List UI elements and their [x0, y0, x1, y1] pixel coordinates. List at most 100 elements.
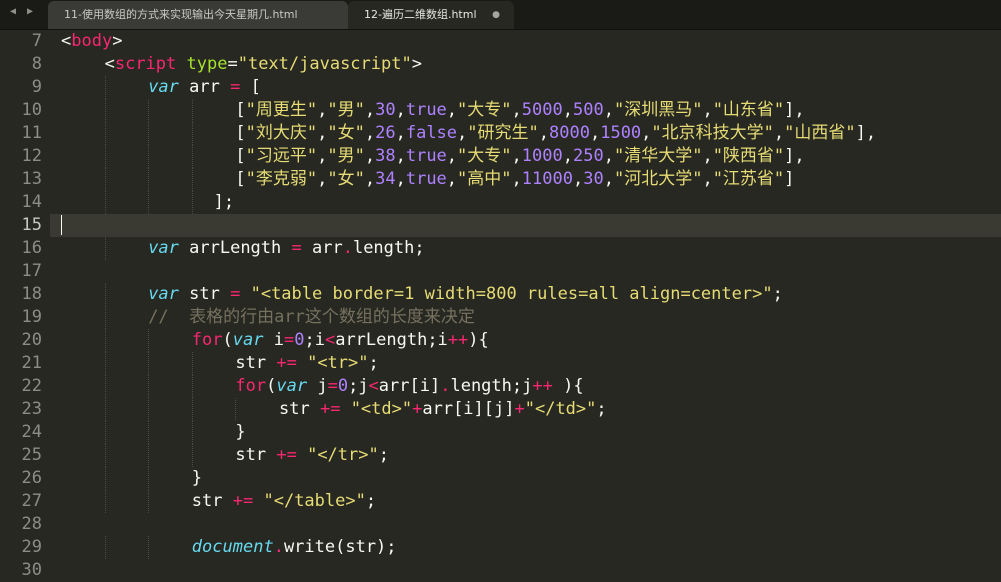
code-token: ,	[317, 146, 328, 166]
tab-file-11[interactable]: 11-使用数组的方式来实现输出今天星期几.html	[48, 1, 348, 29]
code-token: [	[235, 100, 246, 120]
indent-guide	[104, 490, 106, 513]
code-token: ,	[446, 100, 458, 120]
code-token: ;	[368, 353, 379, 373]
code-token: +=	[276, 353, 297, 373]
tab-file-12[interactable]: 12-遍历二维数组.html ●	[348, 1, 514, 29]
code-token: <	[104, 54, 115, 74]
code-token: +	[514, 399, 525, 419]
code-token: ,	[457, 123, 468, 143]
code-editor[interactable]: 7 8 9 10 11 12 13 14 15 16 17 18 19 20 21 22 23 24 25 26 27 2…	[0, 30, 1001, 580]
code-token: <	[324, 330, 336, 350]
line-number-gutter: 7 8 9 10 11 12 13 14 15 16 17 18 19 20 21 22 23 24 25 26 27 2…	[0, 30, 50, 580]
code-token: +	[412, 399, 423, 419]
code-line: var str = "<table border=1 width=800 rul…	[148, 283, 783, 306]
code-token: [	[235, 123, 246, 143]
indent-guide	[104, 352, 106, 375]
indent-guide	[104, 398, 106, 421]
indent-guide	[104, 444, 106, 467]
code-token: "江苏省"	[712, 169, 785, 189]
code-token: arr	[301, 238, 343, 258]
code-line: ["周更生","男",30,true,"大专",5000,500,"深圳黑马",…	[235, 99, 804, 122]
code-area[interactable]: <body> <script type="text/javascript"> var…	[61, 30, 1001, 571]
code-token: "深圳黑马"	[613, 100, 703, 120]
indent-guide	[104, 421, 106, 444]
code-token: var	[148, 77, 179, 97]
code-token: ,	[317, 123, 328, 143]
code-line: var arr = [	[148, 76, 261, 99]
code-line: str += "<td>"+arr[i][j]+"</td>";	[279, 398, 607, 421]
indent-guide	[104, 99, 106, 122]
code-token: ;	[772, 284, 783, 304]
code-token: 1500	[600, 123, 642, 143]
code-token: [	[235, 146, 246, 166]
code-token: "北京科技大学"	[651, 123, 774, 143]
code-token: j	[307, 376, 328, 396]
code-token: false	[405, 123, 458, 143]
line-number: 8	[31, 54, 42, 74]
code-token: "习远平"	[245, 146, 318, 166]
code-token: ,	[773, 123, 785, 143]
indent-guide	[104, 76, 106, 99]
indent-guide	[148, 444, 150, 467]
code-token: [	[240, 77, 261, 97]
code-token: arr[i][j]	[422, 399, 515, 419]
code-token: type	[186, 54, 228, 74]
code-token: "text/javascript"	[237, 54, 412, 74]
indent-guide	[148, 490, 150, 513]
code-token: }	[235, 422, 246, 442]
indent-guide	[104, 168, 106, 191]
indent-guide	[104, 329, 106, 352]
code-line: <body>	[61, 30, 122, 53]
code-token: "李克弱"	[245, 169, 318, 189]
code-token: ,	[395, 169, 406, 189]
indent-guide	[191, 421, 193, 444]
code-token: ,	[511, 100, 522, 120]
code-token: .	[440, 376, 451, 396]
code-token: for	[235, 376, 267, 396]
code-token: ++	[532, 376, 553, 396]
triangle-right-icon[interactable]: ▶	[27, 6, 33, 17]
code-token: "<td>"	[350, 399, 413, 419]
code-token: ,	[364, 169, 376, 189]
code-token: ,	[317, 100, 328, 120]
code-token: =	[230, 77, 241, 97]
code-token: ,	[364, 146, 376, 166]
code-token: write(str);	[283, 537, 397, 557]
code-token: str	[235, 353, 277, 373]
code-token: ){	[468, 330, 489, 350]
code-token: "<tr>"	[307, 353, 369, 373]
dot-unsaved-icon[interactable]: ●	[492, 1, 500, 29]
line-number: 18	[21, 284, 42, 304]
line-number: 14	[21, 192, 42, 212]
code-token: ,	[572, 169, 584, 189]
line-number: 19	[21, 307, 42, 327]
indent-guide	[191, 122, 193, 145]
code-line: }	[235, 421, 245, 444]
code-token: "陕西省"	[712, 146, 785, 166]
code-token: var	[148, 238, 179, 258]
code-token: ,	[702, 169, 713, 189]
code-token: [	[235, 169, 246, 189]
code-token: str	[279, 399, 320, 419]
code-line: str += "</tr>";	[235, 444, 389, 467]
triangle-left-icon[interactable]: ◀	[10, 6, 16, 17]
code-line: str += "<tr>";	[235, 352, 378, 375]
indent-guide	[148, 168, 150, 191]
code-token: 0	[294, 330, 305, 350]
indent-guide	[148, 145, 150, 168]
code-token: <	[61, 31, 72, 51]
code-token: var	[232, 330, 264, 350]
code-token: 30	[375, 100, 396, 120]
code-token: 250	[572, 146, 604, 166]
code-token: "山东省"	[712, 100, 785, 120]
code-token: ){	[552, 376, 584, 396]
tab-label: 12-遍历二维数组.html	[364, 8, 477, 21]
code-token: ,	[395, 123, 406, 143]
code-token: "山西省"	[784, 123, 856, 143]
code-token: document	[191, 537, 274, 557]
code-token: +=	[319, 399, 341, 419]
indent-guide	[191, 168, 193, 191]
